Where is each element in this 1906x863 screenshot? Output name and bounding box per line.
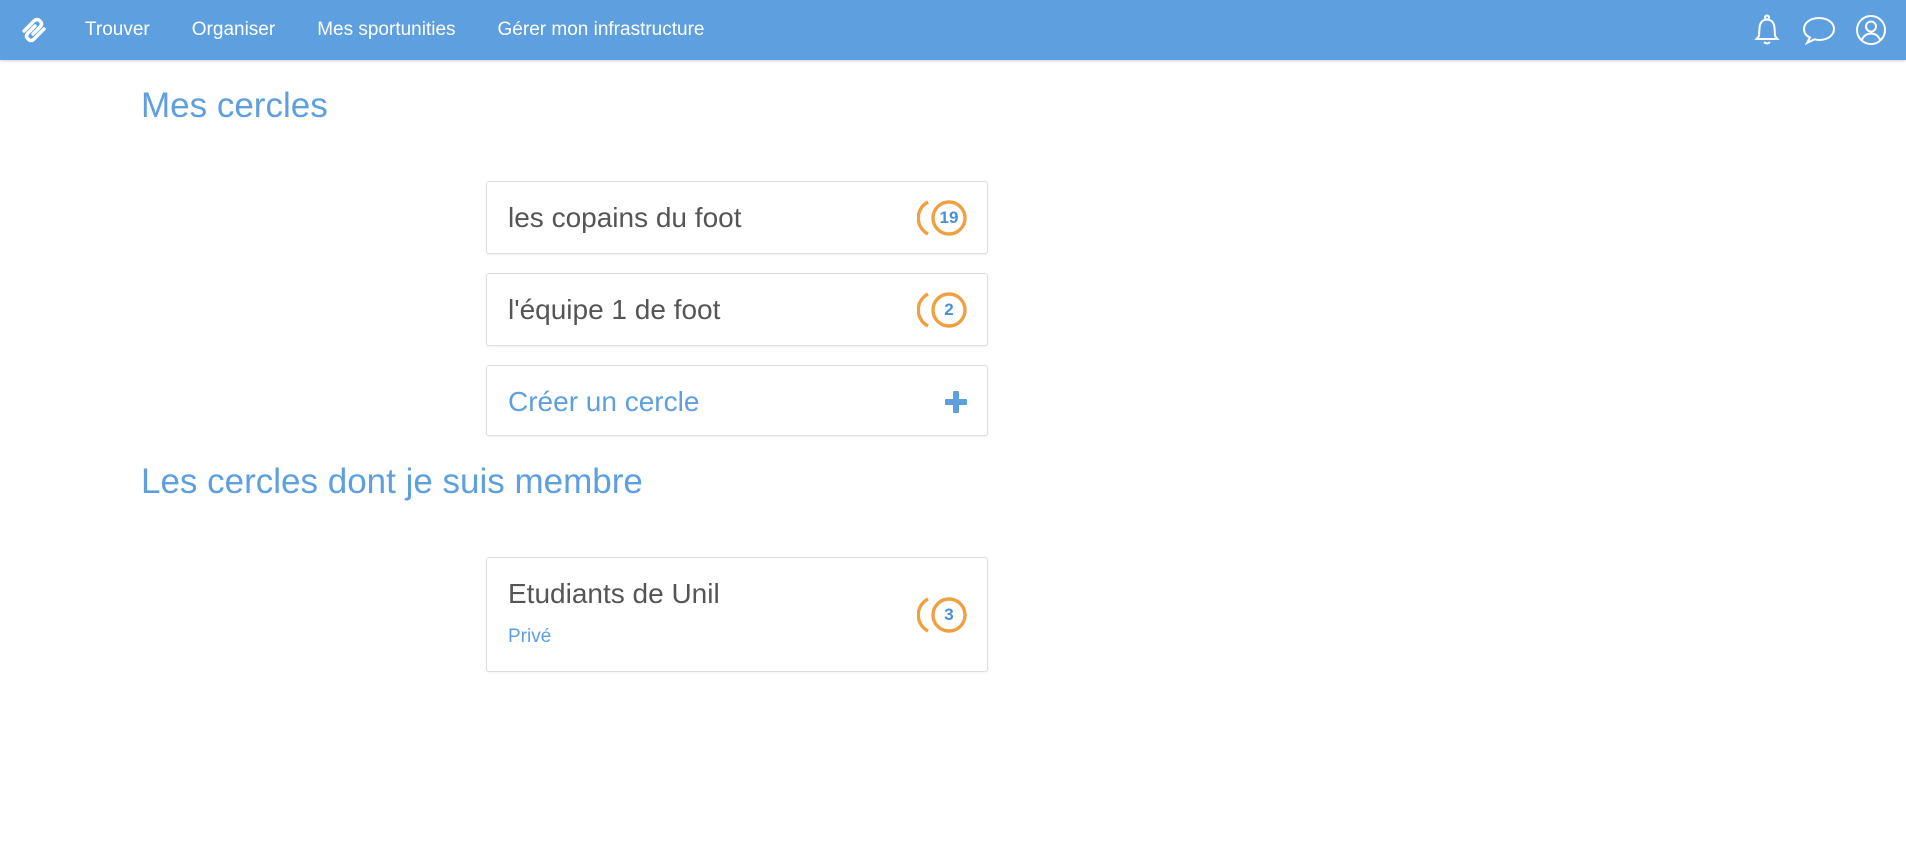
member-count-badge: 2 <box>917 288 967 332</box>
bell-icon[interactable] <box>1750 13 1784 47</box>
member-count: 2 <box>944 300 954 319</box>
circle-name: Etudiants de Unil <box>508 578 720 609</box>
nav-item-mes-sportunities[interactable]: Mes sportunities <box>317 19 455 41</box>
member-count: 3 <box>944 605 954 624</box>
create-circle-button[interactable]: Créer un cercle <box>486 365 988 436</box>
circle-name: l'équipe 1 de foot <box>508 294 721 325</box>
top-icons <box>1750 0 1906 60</box>
member-count-badge: 3 <box>917 593 967 637</box>
member-count-badge: 19 <box>917 196 967 240</box>
create-circle-label: Créer un cercle <box>508 386 700 417</box>
user-icon[interactable] <box>1854 13 1888 47</box>
nav-item-trouver[interactable]: Trouver <box>85 19 150 41</box>
plus-icon <box>944 390 968 414</box>
top-navbar: Trouver Organiser Mes sportunities Gérer… <box>0 0 1906 60</box>
nav-item-gerer-infrastructure[interactable]: Gérer mon infrastructure <box>498 19 705 41</box>
main-nav: Trouver Organiser Mes sportunities Gérer… <box>85 0 747 60</box>
nav-item-organiser[interactable]: Organiser <box>192 19 275 41</box>
circle-card[interactable]: l'équipe 1 de foot 2 <box>486 273 988 346</box>
circle-visibility: Privé <box>508 626 552 647</box>
logo-icon[interactable] <box>18 14 50 46</box>
chat-icon[interactable] <box>1802 13 1836 47</box>
circle-name: les copains du foot <box>508 202 742 233</box>
section-title-mes-cercles: Mes cercles <box>141 86 328 125</box>
section-title-cercles-membre: Les cercles dont je suis membre <box>141 462 643 501</box>
circle-card[interactable]: les copains du foot 19 <box>486 181 988 254</box>
member-count: 19 <box>939 208 959 227</box>
circle-card[interactable]: Etudiants de Unil Privé 3 <box>486 557 988 672</box>
